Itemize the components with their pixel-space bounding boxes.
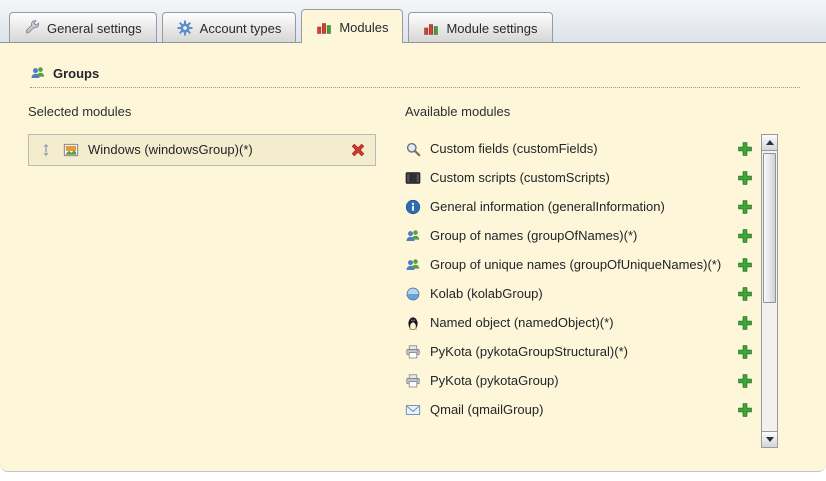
tab-label: General settings [47, 21, 142, 36]
modules-columns: Selected modules Windows (windowsGroup)(… [0, 88, 826, 448]
printer-icon [405, 373, 421, 389]
printer-icon [405, 344, 421, 360]
available-modules-wrap: Custom fields (customFields) Custom scri… [405, 134, 778, 448]
available-modules-heading: Available modules [405, 104, 778, 119]
selected-module-row[interactable]: Windows (windowsGroup)(*) [28, 134, 376, 166]
mail-icon [405, 402, 421, 418]
plus-icon [737, 228, 753, 244]
plus-icon [737, 141, 753, 157]
add-module-button[interactable] [737, 170, 753, 186]
scroll-down-button[interactable] [762, 431, 777, 447]
tab-content: Groups Selected modules Windows (windows… [0, 42, 826, 472]
wrench-icon [24, 20, 40, 36]
plus-icon [737, 286, 753, 302]
available-module-row: Qmail (qmailGroup) [405, 395, 761, 424]
add-module-button[interactable] [737, 141, 753, 157]
available-module-row: PyKota (pykotaGroup) [405, 366, 761, 395]
remove-module-button[interactable] [350, 142, 366, 158]
available-modules-column: Available modules Custom fields (customF… [405, 104, 778, 448]
tab-bar: General settings Account types Modules M… [0, 0, 826, 42]
available-module-label: Group of unique names (groupOfUniqueName… [430, 257, 728, 273]
available-module-row: Kolab (kolabGroup) [405, 279, 761, 308]
available-module-row: General information (generalInformation) [405, 192, 761, 221]
add-module-button[interactable] [737, 257, 753, 273]
available-module-label: Group of names (groupOfNames)(*) [430, 228, 728, 244]
available-module-label: Named object (namedObject)(*) [430, 315, 728, 331]
chart-icon [316, 19, 332, 35]
selected-module-label: Windows (windowsGroup)(*) [88, 142, 341, 158]
add-module-button[interactable] [737, 286, 753, 302]
selected-modules-heading: Selected modules [28, 104, 405, 119]
tab-account-types[interactable]: Account types [162, 12, 297, 42]
tab-general-settings[interactable]: General settings [9, 12, 157, 42]
plus-icon [737, 170, 753, 186]
script-icon [405, 170, 421, 186]
plus-icon [737, 402, 753, 418]
add-module-button[interactable] [737, 199, 753, 215]
available-module-row: Named object (namedObject)(*) [405, 308, 761, 337]
arrow-down-icon [766, 437, 774, 442]
plus-icon [737, 199, 753, 215]
available-module-label: Kolab (kolabGroup) [430, 286, 728, 302]
magnifier-icon [405, 141, 421, 157]
kolab-icon [405, 286, 421, 302]
add-module-button[interactable] [737, 315, 753, 331]
tab-modules[interactable]: Modules [301, 9, 403, 43]
available-modules-list: Custom fields (customFields) Custom scri… [405, 134, 761, 448]
windows-icon [63, 142, 79, 158]
section-title: Groups [53, 66, 99, 81]
groups-icon [30, 65, 46, 81]
available-module-row: Custom scripts (customScripts) [405, 163, 761, 192]
tab-label: Account types [200, 21, 282, 36]
plus-icon [737, 315, 753, 331]
arrow-up-icon [766, 140, 774, 145]
add-module-button[interactable] [737, 373, 753, 389]
groups-icon [405, 257, 421, 273]
plus-icon [737, 257, 753, 273]
scroll-track[interactable] [762, 151, 777, 431]
available-module-row: Custom fields (customFields) [405, 134, 761, 163]
available-module-label: PyKota (pykotaGroup) [430, 373, 728, 389]
available-module-label: Custom fields (customFields) [430, 141, 728, 157]
available-modules-scrollbar[interactable] [761, 134, 778, 448]
groups-icon [405, 228, 421, 244]
tab-label: Module settings [446, 21, 537, 36]
available-module-row: PyKota (pykotaGroupStructural)(*) [405, 337, 761, 366]
tux-icon [405, 315, 421, 331]
lam-configuration-page: General settings Account types Modules M… [0, 0, 826, 481]
delete-icon [350, 142, 366, 158]
available-module-label: PyKota (pykotaGroupStructural)(*) [430, 344, 728, 360]
plus-icon [737, 373, 753, 389]
add-module-button[interactable] [737, 402, 753, 418]
gear-icon [177, 20, 193, 36]
available-module-row: Group of unique names (groupOfUniqueName… [405, 250, 761, 279]
available-module-label: Custom scripts (customScripts) [430, 170, 728, 186]
scroll-up-button[interactable] [762, 135, 777, 151]
available-module-label: General information (generalInformation) [430, 199, 728, 215]
plus-icon [737, 344, 753, 360]
section-header: Groups [30, 43, 800, 88]
available-module-label: Qmail (qmailGroup) [430, 402, 728, 418]
selected-modules-list: Windows (windowsGroup)(*) [28, 134, 405, 166]
available-module-row: Group of names (groupOfNames)(*) [405, 221, 761, 250]
add-module-button[interactable] [737, 228, 753, 244]
scroll-thumb[interactable] [763, 153, 776, 303]
selected-modules-column: Selected modules Windows (windowsGroup)(… [28, 104, 405, 448]
info-icon [405, 199, 421, 215]
chart-icon [423, 20, 439, 36]
drag-handle-icon[interactable] [38, 142, 54, 158]
tab-module-settings[interactable]: Module settings [408, 12, 552, 42]
tab-label: Modules [339, 20, 388, 35]
add-module-button[interactable] [737, 344, 753, 360]
